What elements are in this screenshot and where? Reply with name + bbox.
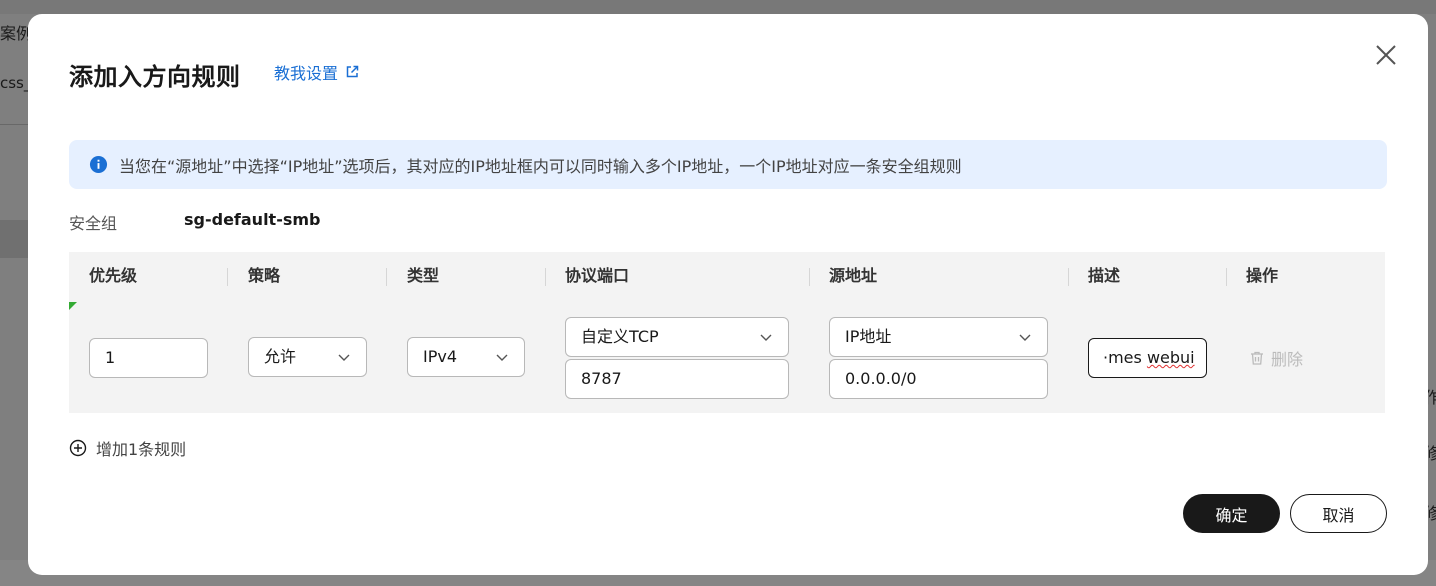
info-icon	[89, 155, 108, 174]
column-header-protocol-port: 协议端口	[565, 266, 630, 285]
add-inbound-rule-dialog: 添加入方向规则 教我设置 当您在“源地址”中选择“IP地址”选项后，其对应的IP…	[28, 14, 1428, 575]
chevron-down-icon	[1019, 334, 1031, 341]
description-text: ·mes	[1103, 348, 1147, 367]
column-divider	[545, 268, 546, 286]
external-link-icon	[346, 65, 359, 78]
add-rule-button[interactable]: 增加1条规则	[69, 436, 186, 460]
column-header-policy: 策略	[248, 266, 281, 285]
column-header-priority: 优先级	[89, 266, 138, 285]
info-banner: 当您在“源地址”中选择“IP地址”选项后，其对应的IP地址框内可以同时输入多个I…	[69, 140, 1387, 189]
protocol-select-value: 自定义TCP	[581, 327, 659, 346]
column-divider	[386, 268, 387, 286]
plus-circle-icon	[69, 439, 87, 457]
trash-icon	[1251, 351, 1263, 365]
priority-input[interactable]: 1	[89, 338, 208, 378]
add-rule-label: 增加1条规则	[96, 440, 187, 459]
description-misspelled-word: webui	[1146, 348, 1195, 367]
protocol-select[interactable]: 自定义TCP	[565, 317, 789, 357]
info-text: 当您在“源地址”中选择“IP地址”选项后，其对应的IP地址框内可以同时输入多个I…	[119, 156, 962, 176]
type-select-value: IPv4	[423, 347, 458, 366]
column-divider	[227, 268, 228, 286]
source-type-select[interactable]: IP地址	[829, 317, 1048, 357]
column-divider	[1226, 268, 1227, 286]
delete-button[interactable]: 删除	[1249, 346, 1303, 370]
help-link-label: 教我设置	[274, 64, 339, 83]
column-header-action: 操作	[1246, 266, 1279, 285]
description-input[interactable]: ·mes webui	[1088, 338, 1207, 378]
security-group-value: sg-default-smb	[184, 210, 321, 229]
chevron-down-icon	[496, 354, 508, 361]
port-input[interactable]: 8787	[565, 359, 789, 399]
delete-label: 删除	[1271, 350, 1304, 369]
cancel-button[interactable]: 取消	[1290, 494, 1387, 533]
column-header-source: 源地址	[829, 266, 878, 285]
close-icon[interactable]	[1373, 42, 1399, 68]
dialog-title: 添加入方向规则	[69, 63, 241, 91]
confirm-button[interactable]: 确定	[1183, 494, 1280, 533]
table-row: 1 允许 IPv4 自定义TCP 8787 IP地址 0.0.0.0/0 ·me…	[69, 302, 1385, 413]
column-divider	[1068, 268, 1069, 286]
column-divider	[809, 268, 810, 286]
type-select[interactable]: IPv4	[407, 337, 525, 377]
source-ip-input[interactable]: 0.0.0.0/0	[829, 359, 1048, 399]
column-header-description: 描述	[1088, 266, 1121, 285]
source-type-select-value: IP地址	[845, 327, 892, 346]
table-header: 优先级 策略 类型 协议端口 源地址 描述 操作	[69, 252, 1385, 302]
security-group-label: 安全组	[69, 214, 118, 233]
help-link[interactable]: 教我设置	[274, 60, 360, 84]
policy-select[interactable]: 允许	[248, 337, 367, 377]
new-row-marker	[69, 302, 77, 310]
column-header-type: 类型	[407, 266, 440, 285]
chevron-down-icon	[338, 354, 350, 361]
policy-select-value: 允许	[264, 347, 297, 366]
chevron-down-icon	[760, 334, 772, 341]
rule-table: 优先级 策略 类型 协议端口 源地址 描述 操作 1 允许 IPv4 自定义TC…	[69, 252, 1385, 413]
